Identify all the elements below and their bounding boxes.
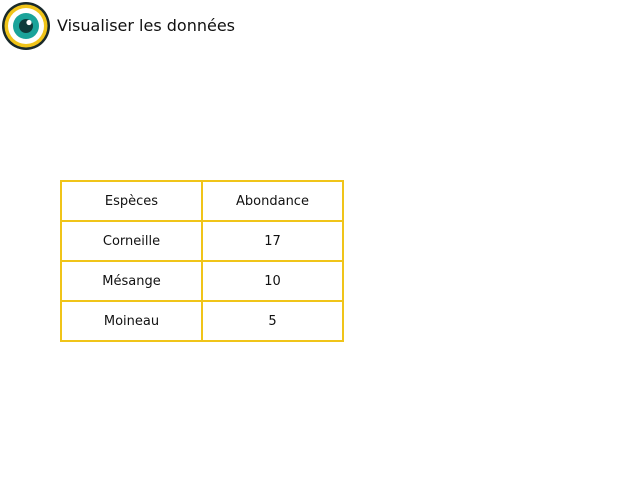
- abundance-cell: 5: [201, 300, 344, 342]
- abundance-cell: 10: [201, 260, 344, 302]
- species-abundance-table: Espèces Abondance Corneille 17 Mésange 1…: [60, 180, 344, 342]
- column-header-species: Espèces: [60, 180, 203, 222]
- species-cell: Corneille: [60, 220, 203, 262]
- app-title: Visualiser les données: [57, 16, 236, 35]
- column-header-abundance: Abondance: [201, 180, 344, 222]
- abundance-cell: 17: [201, 220, 344, 262]
- table-row: Moineau 5: [60, 300, 344, 342]
- species-cell: Mésange: [60, 260, 203, 302]
- eye-icon: [1, 1, 51, 51]
- species-cell: Moineau: [60, 300, 203, 342]
- table-header-row: Espèces Abondance: [60, 180, 344, 222]
- table-row: Corneille 17: [60, 220, 344, 262]
- table-row: Mésange 10: [60, 260, 344, 302]
